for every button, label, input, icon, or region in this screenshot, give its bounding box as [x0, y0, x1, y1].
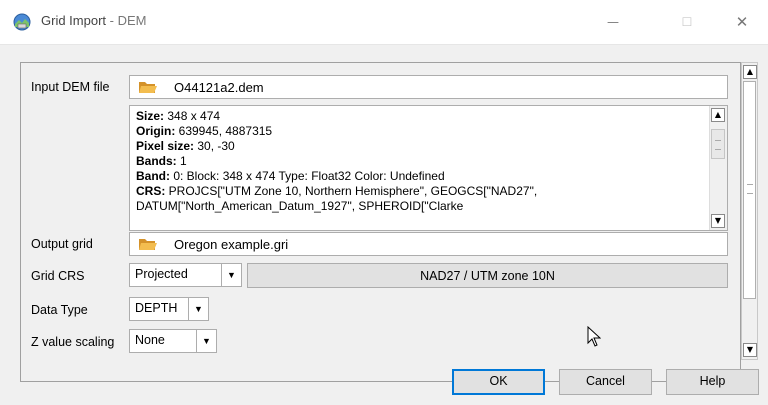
bands-label: Bands: [136, 154, 177, 168]
data-type-value: DEPTH [135, 301, 178, 315]
scroll-down-icon: ▼ [714, 216, 722, 225]
panel-scroll-thumb[interactable] [743, 81, 756, 299]
panel-scroll-down-button[interactable]: ▼ [743, 343, 757, 357]
close-button[interactable]: ✕ [722, 6, 762, 38]
z-scaling-label: Z value scaling [31, 335, 115, 349]
dem-info-box[interactable]: Size: 348 x 474 Origin: 639945, 4887315 … [129, 105, 728, 231]
band-label: Band: [136, 169, 170, 183]
ok-button[interactable]: OK [452, 369, 545, 395]
input-dem-field[interactable]: O44121a2.dem [129, 75, 728, 99]
crs-value-cont: DATUM["North_American_Datum_1927", SPHER… [136, 199, 464, 213]
input-dem-label: Input DEM file [31, 80, 110, 94]
pixel-size-value: 30, -30 [194, 139, 235, 153]
input-dem-value: O44121a2.dem [174, 80, 264, 95]
panel-scroll-up-button[interactable]: ▲ [743, 65, 757, 79]
output-grid-value: Oregon example.gri [174, 237, 289, 252]
grid-crs-select[interactable]: Projected ▼ [129, 263, 242, 287]
cancel-button[interactable]: Cancel [559, 369, 652, 395]
close-icon: ✕ [735, 13, 749, 31]
info-scroll-thumb[interactable] [711, 129, 725, 159]
panel-scrollbar[interactable]: ▲ ▼ [741, 62, 758, 360]
chevron-down-icon[interactable]: ▼ [196, 330, 216, 352]
window-title-separator: - [106, 13, 118, 28]
chevron-down-icon[interactable]: ▼ [188, 298, 208, 320]
pixel-size-label: Pixel size: [136, 139, 195, 153]
output-grid-field[interactable]: Oregon example.gri [129, 232, 728, 256]
dem-info-text: Size: 348 x 474 Origin: 639945, 4887315 … [136, 109, 704, 214]
grid-crs-value: Projected [135, 267, 188, 281]
maximize-button[interactable]: ☐ [667, 6, 707, 38]
info-scrollbar[interactable]: ▲ ▼ [709, 106, 727, 230]
form-panel: Input DEM file O44121a2.dem Size: 348 x … [20, 62, 741, 382]
size-value: 348 x 474 [164, 109, 221, 123]
info-scroll-up-button[interactable]: ▲ [711, 108, 725, 122]
window-title: Grid Import - DEM [41, 13, 146, 28]
output-grid-label: Output grid [31, 237, 93, 251]
band-value: 0: Block: 348 x 474 Type: Float32 Color:… [170, 169, 445, 183]
help-button[interactable]: Help [666, 369, 759, 395]
app-icon [13, 13, 31, 31]
z-scaling-value: None [135, 333, 165, 347]
window-title-main: Grid Import [41, 13, 107, 28]
grid-crs-label: Grid CRS [31, 269, 85, 283]
folder-open-icon[interactable] [138, 79, 158, 98]
folder-open-icon[interactable] [138, 236, 158, 255]
size-label: Size: [136, 109, 165, 123]
info-scroll-down-button[interactable]: ▼ [711, 214, 725, 228]
bands-value: 1 [176, 154, 187, 168]
z-scaling-select[interactable]: None ▼ [129, 329, 217, 353]
crs-label: CRS: [136, 184, 166, 198]
title-bar: Grid Import - DEM — ☐ ✕ [0, 0, 768, 45]
maximize-icon: ☐ [681, 15, 693, 29]
scroll-up-icon: ▲ [714, 110, 722, 119]
mouse-cursor-icon [587, 325, 602, 351]
crs-select-button[interactable]: NAD27 / UTM zone 10N [247, 263, 728, 288]
data-type-label: Data Type [31, 303, 88, 317]
scroll-up-icon: ▲ [746, 67, 754, 76]
window-title-sub: DEM [117, 13, 147, 28]
chevron-down-icon[interactable]: ▼ [221, 264, 241, 286]
origin-value: 639945, 4887315 [175, 124, 273, 138]
data-type-select[interactable]: DEPTH ▼ [129, 297, 209, 321]
crs-value: PROJCS["UTM Zone 10, Northern Hemisphere… [165, 184, 538, 198]
origin-label: Origin: [136, 124, 176, 138]
minimize-icon: — [607, 15, 619, 29]
minimize-button[interactable]: — [593, 6, 633, 38]
scroll-down-icon: ▼ [746, 345, 754, 354]
